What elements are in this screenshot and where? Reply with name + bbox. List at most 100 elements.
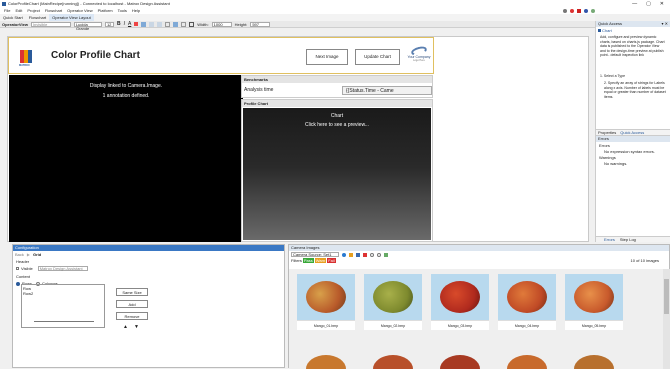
vertical-scrollbar[interactable] bbox=[663, 269, 670, 369]
remove-button[interactable]: Remove bbox=[116, 312, 148, 320]
quick-access-panel: Quick Access ▾ ✕ Chart Add, configure an… bbox=[595, 21, 670, 135]
thumbnail[interactable]: Mango_05.bmp bbox=[565, 274, 623, 330]
chart-hint: Click here to see a preview... bbox=[305, 122, 369, 128]
align-left-icon[interactable] bbox=[141, 21, 147, 27]
maximize-button[interactable]: ▢ bbox=[646, 1, 651, 7]
border-icon[interactable] bbox=[189, 21, 195, 27]
panel-pin-icon[interactable]: ▾ ✕ bbox=[662, 21, 670, 27]
italic-icon[interactable]: I bbox=[124, 21, 125, 27]
delete-icon[interactable] bbox=[363, 252, 367, 257]
valign-top-icon[interactable] bbox=[165, 21, 171, 27]
undo-icon[interactable] bbox=[370, 252, 374, 257]
tab-quick-start[interactable]: Quick Start bbox=[0, 14, 26, 21]
filter-warn[interactable]: Warn bbox=[314, 258, 327, 263]
bold-icon[interactable]: B bbox=[117, 21, 121, 27]
menu-platform[interactable]: Platform bbox=[98, 8, 113, 13]
move-down-icon[interactable]: ▼ bbox=[134, 324, 139, 330]
fill-color-icon[interactable] bbox=[134, 22, 139, 26]
menu-edit[interactable]: Edit bbox=[15, 8, 22, 13]
move-up-icon[interactable]: ▲ bbox=[123, 324, 128, 330]
back-button[interactable]: Back bbox=[15, 252, 24, 257]
thumbnail-grid: Mango_01.bmp Mango_02.bmp Mango_03.bmp M… bbox=[289, 269, 663, 369]
company-sub: Logo Here bbox=[413, 59, 425, 62]
update-chart-button[interactable]: Update Chart bbox=[355, 49, 400, 65]
matrox-logo bbox=[20, 50, 32, 63]
redo-icon[interactable] bbox=[377, 252, 381, 257]
configuration-nav: Back ▶ Grid bbox=[13, 251, 284, 258]
view-select[interactable]: Invisible bbox=[30, 21, 71, 27]
chart-item[interactable]: Chart bbox=[596, 27, 670, 34]
close-button[interactable]: ✕ bbox=[660, 1, 664, 7]
thumbnail-image bbox=[431, 274, 489, 320]
thumbnail-image bbox=[565, 274, 623, 320]
menu-operator-view[interactable]: Operator View bbox=[67, 8, 93, 13]
rows-radio[interactable] bbox=[16, 281, 20, 286]
errors-tabs: Errors Step Log bbox=[596, 236, 670, 242]
mango-image bbox=[440, 281, 480, 313]
font-size-select[interactable]: 12 bbox=[104, 21, 114, 27]
quick-access-title: Quick Access bbox=[598, 21, 623, 26]
check-icon[interactable] bbox=[384, 252, 388, 257]
tab-flowchart[interactable]: Flowchart bbox=[26, 14, 49, 21]
add-button[interactable]: Add bbox=[116, 300, 148, 308]
menu-file[interactable]: File bbox=[4, 8, 10, 13]
tab-operator-view-layout[interactable]: Operator View Layout bbox=[49, 14, 94, 21]
camera-source-select[interactable]: Camera Source: Set1 bbox=[291, 252, 339, 257]
header-input[interactable]: Matrox Design Assistant bbox=[37, 266, 88, 271]
image-display[interactable]: Display linked to Camera.Image. 1 annota… bbox=[9, 75, 243, 242]
next-image-button[interactable]: Next Image bbox=[306, 49, 348, 65]
menu-help[interactable]: Help bbox=[132, 8, 140, 13]
menu-tools[interactable]: Tools bbox=[118, 8, 127, 13]
width-input[interactable]: 1000 bbox=[211, 21, 232, 27]
height-input[interactable]: 597 bbox=[250, 21, 271, 27]
list-item[interactable]: Row2 bbox=[23, 291, 103, 296]
rows-list[interactable]: Row Row2 bbox=[21, 284, 105, 328]
tab-errors[interactable]: Errors bbox=[604, 237, 615, 242]
user-icon[interactable] bbox=[591, 8, 595, 13]
grid-view-icon[interactable] bbox=[349, 252, 353, 257]
refresh-icon[interactable] bbox=[342, 252, 346, 257]
valign-bottom-icon[interactable] bbox=[181, 21, 187, 27]
stop-icon[interactable] bbox=[577, 8, 581, 13]
font-color-icon[interactable]: A bbox=[128, 21, 131, 27]
menu-project[interactable]: Project bbox=[27, 8, 39, 13]
forward-icon[interactable]: ▶ bbox=[27, 252, 30, 257]
minimize-button[interactable]: — bbox=[632, 1, 637, 7]
visible-checkbox[interactable] bbox=[16, 267, 19, 270]
menu-flowchart[interactable]: Flowchart bbox=[45, 8, 62, 13]
chart-icon bbox=[598, 29, 601, 32]
align-center-icon[interactable] bbox=[149, 21, 155, 27]
thumbnail-row-partial bbox=[297, 349, 632, 369]
scrollbar-thumb[interactable] bbox=[664, 279, 669, 314]
errors-group[interactable]: Errors bbox=[596, 142, 670, 149]
next-image-label: Next Image bbox=[315, 54, 339, 59]
warnings-group[interactable]: Warnings bbox=[596, 154, 670, 161]
save-icon[interactable] bbox=[356, 252, 360, 257]
company-logo: Your Company Logo Here bbox=[404, 45, 434, 67]
filter-fail[interactable]: Fail bbox=[327, 258, 336, 263]
analysis-label: Analysis time bbox=[244, 87, 274, 93]
update-chart-label: Update Chart bbox=[364, 54, 391, 59]
thumbnail[interactable]: Mango_02.bmp bbox=[364, 274, 422, 330]
tab-step-log[interactable]: Step Log bbox=[620, 237, 636, 242]
chart-title: Chart bbox=[330, 113, 344, 119]
font-select[interactable]: Lucida Grande bbox=[73, 21, 102, 30]
chart-preview[interactable]: Chart Click here to see a preview... bbox=[243, 108, 431, 240]
menu-bar: File Edit Project Flowchart Operator Vie… bbox=[0, 7, 670, 14]
align-right-icon[interactable] bbox=[157, 21, 163, 27]
thumbnail[interactable]: Mango_04.bmp bbox=[498, 274, 556, 330]
page-title: Color Profile Chart bbox=[51, 50, 140, 61]
run-icon[interactable] bbox=[570, 8, 574, 13]
list-scrollbar[interactable] bbox=[34, 321, 94, 322]
valign-middle-icon[interactable] bbox=[173, 21, 179, 27]
same-size-label: Same Size bbox=[122, 290, 142, 295]
mango-image bbox=[440, 355, 480, 369]
same-size-button[interactable]: Same Size bbox=[116, 288, 148, 296]
thumbnail[interactable]: Mango_03.bmp bbox=[431, 274, 489, 330]
settings-icon[interactable] bbox=[563, 8, 567, 13]
filter-pass[interactable]: Pass bbox=[302, 258, 314, 263]
window-title: ColorProfileChart (MainRecipe[running]) … bbox=[8, 1, 170, 6]
network-icon[interactable] bbox=[584, 8, 588, 13]
header-label: Header bbox=[16, 259, 30, 264]
thumbnail[interactable]: Mango_01.bmp bbox=[297, 274, 355, 330]
